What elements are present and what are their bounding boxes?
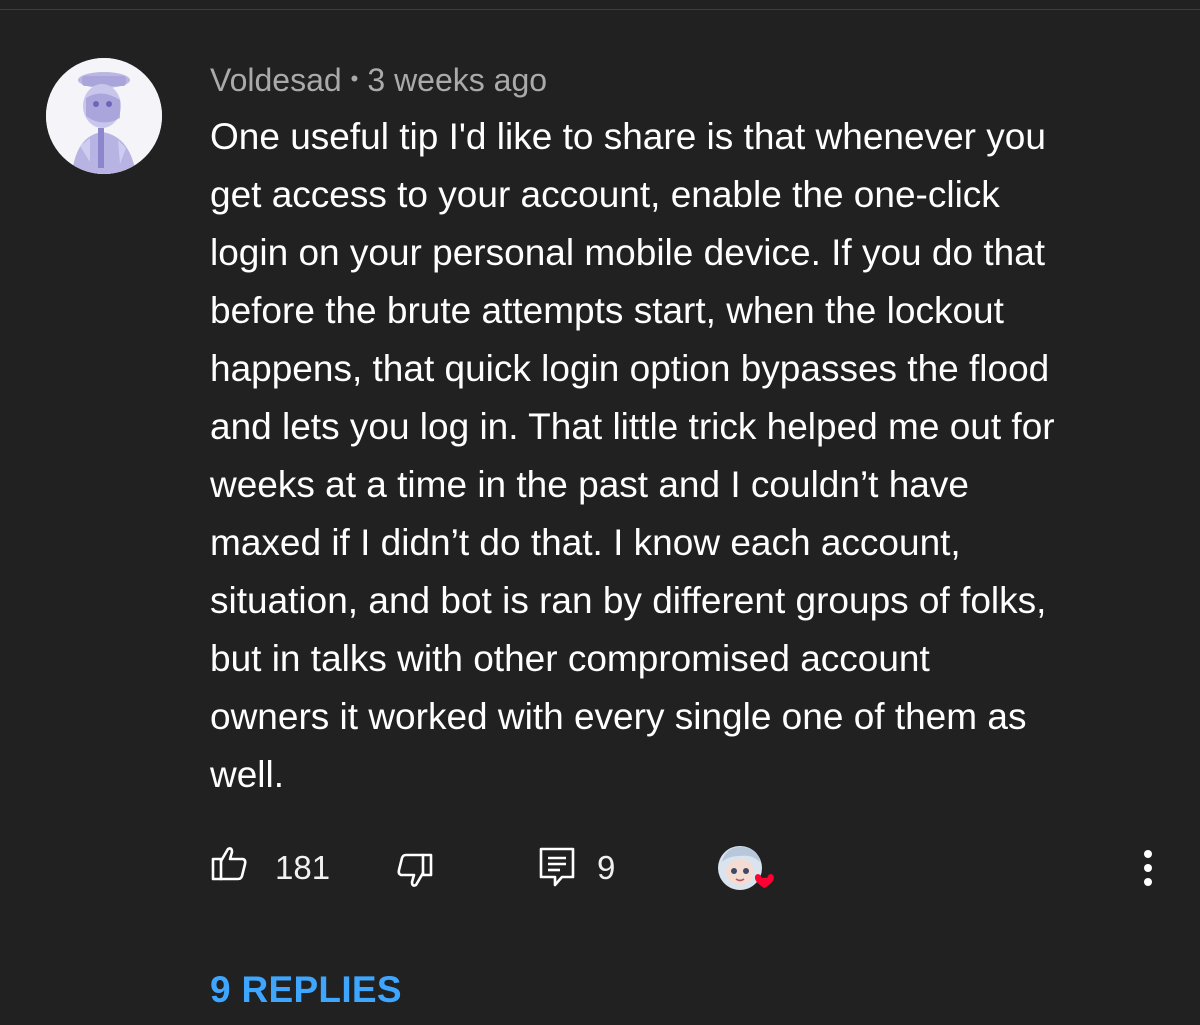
like-button[interactable] (210, 844, 248, 882)
reply-button[interactable] (538, 846, 576, 888)
dislike-button[interactable] (396, 852, 434, 890)
creator-heart-icon (718, 846, 774, 890)
comment-reply-icon (539, 847, 575, 887)
thumbs-down-icon (397, 853, 433, 887)
creator-heart-badge (716, 842, 780, 896)
like-count: 181 (275, 849, 331, 886)
more-actions-button[interactable] (1134, 844, 1162, 897)
thumbs-up-icon (211, 847, 247, 881)
comment-timestamp[interactable]: 3 weeks ago (367, 62, 547, 98)
more-vertical-icon (1144, 850, 1152, 886)
comment-body: One useful tip I'd like to share is that… (210, 116, 1055, 795)
meta-separator: • (350, 66, 359, 91)
comment-action-bar: 181 9 (0, 838, 1200, 898)
reply-count: 9 (597, 849, 616, 886)
top-divider (0, 0, 1200, 10)
author-name[interactable]: Voldesad (210, 62, 342, 98)
avatar-image (46, 58, 162, 174)
view-replies-link[interactable]: 9 REPLIES (210, 966, 402, 1014)
author-avatar[interactable] (46, 58, 162, 174)
comment-meta: Voldesad • 3 weeks ago (210, 60, 547, 104)
